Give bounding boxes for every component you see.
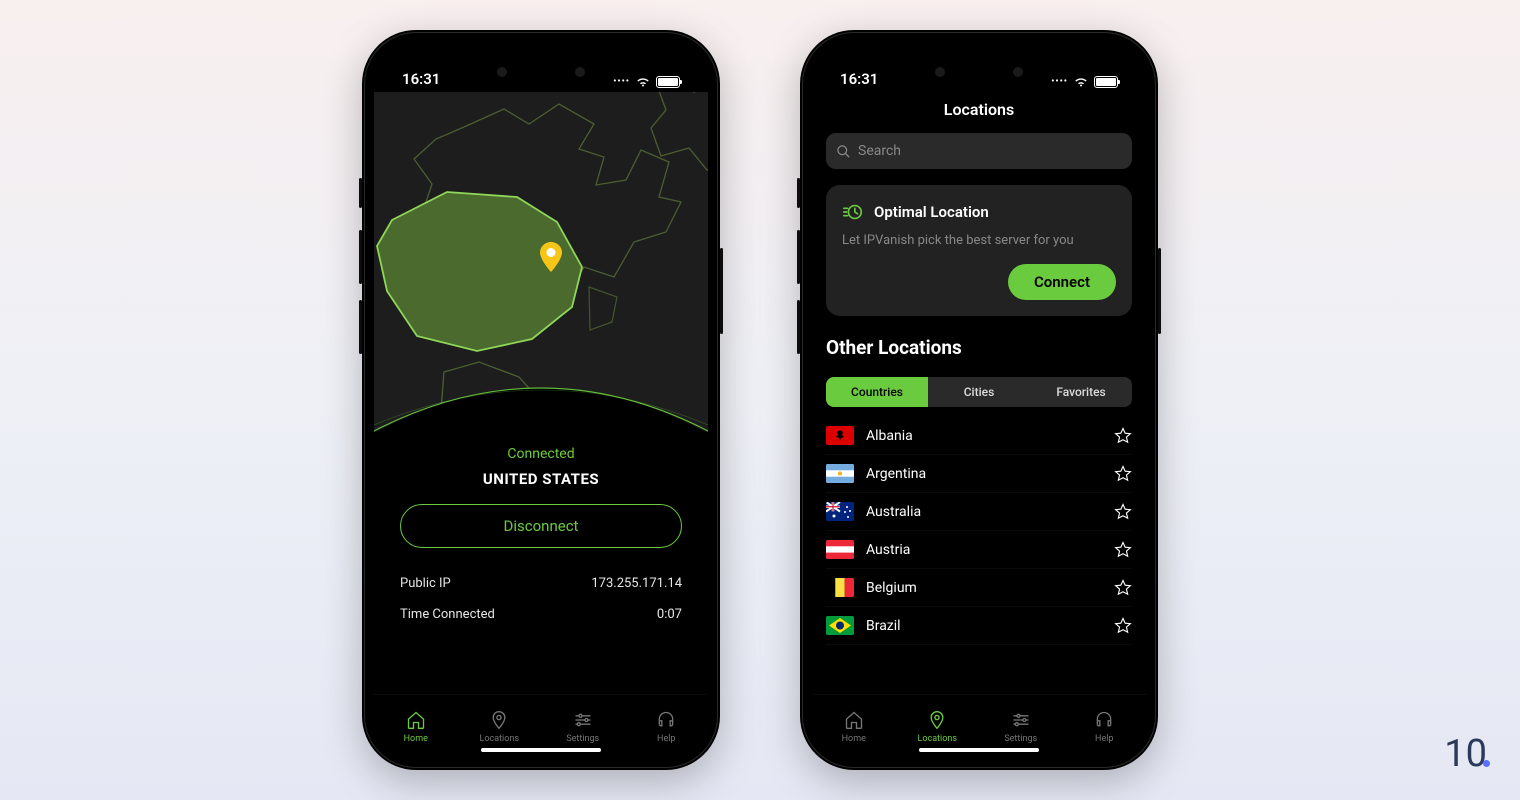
optimal-title: Optimal Location	[874, 203, 989, 221]
battery-icon	[1094, 76, 1118, 88]
home-indicator[interactable]	[919, 748, 1039, 752]
tab-help[interactable]: Help	[1063, 695, 1147, 758]
flag-brazil-icon	[826, 616, 854, 635]
battery-icon	[656, 76, 680, 88]
home-icon	[406, 710, 426, 730]
optimal-icon	[842, 201, 864, 223]
favorite-star-icon[interactable]	[1114, 617, 1132, 635]
dynamic-island	[485, 56, 597, 88]
headset-icon	[656, 710, 676, 730]
home-indicator[interactable]	[481, 748, 601, 752]
location-icon	[927, 710, 947, 730]
location-icon	[489, 710, 509, 730]
country-row-austria[interactable]: Austria	[826, 531, 1132, 569]
disconnect-button[interactable]: Disconnect	[400, 504, 682, 548]
cellular-icon: ••••	[613, 77, 630, 87]
search-box[interactable]	[826, 133, 1132, 169]
statusbar-time: 16:31	[840, 70, 878, 88]
flag-argentina-icon	[826, 464, 854, 483]
optimal-subtitle: Let IPVanish pick the best server for yo…	[842, 223, 1116, 264]
public-ip-label: Public IP	[400, 576, 451, 591]
public-ip-row: Public IP 173.255.171.14	[400, 568, 682, 599]
statusbar-time: 16:31	[402, 70, 440, 88]
location-pin-icon	[540, 242, 562, 276]
optimal-location-card: Optimal Location Let IPVanish pick the b…	[826, 185, 1132, 316]
time-connected-label: Time Connected	[400, 607, 495, 622]
tab-label: Locations	[918, 734, 957, 744]
connect-button[interactable]: Connect	[1008, 264, 1116, 300]
favorite-star-icon[interactable]	[1114, 465, 1132, 483]
tab-home[interactable]: Home	[812, 695, 896, 758]
country-name: Brazil	[866, 618, 1102, 634]
watermark-logo: 10	[1444, 732, 1490, 776]
watermark-text: 10	[1444, 732, 1487, 776]
tab-label: Settings	[566, 734, 599, 744]
favorite-star-icon[interactable]	[1114, 541, 1132, 559]
time-connected-value: 0:07	[657, 607, 682, 622]
page-title: Locations	[812, 92, 1146, 133]
country-row-albania[interactable]: Albania	[826, 417, 1132, 455]
country-name: Australia	[866, 504, 1102, 520]
tab-help[interactable]: Help	[625, 695, 709, 758]
sliders-icon	[1011, 710, 1031, 730]
other-locations-heading: Other Locations	[812, 316, 1146, 377]
tab-label: Settings	[1004, 734, 1037, 744]
connected-country: UNITED STATES	[374, 470, 708, 504]
country-row-argentina[interactable]: Argentina	[826, 455, 1132, 493]
country-row-brazil[interactable]: Brazil	[826, 607, 1132, 645]
home-icon	[844, 710, 864, 730]
country-name: Albania	[866, 428, 1102, 444]
wifi-icon	[1073, 76, 1089, 88]
favorite-star-icon[interactable]	[1114, 579, 1132, 597]
country-row-australia[interactable]: Australia	[826, 493, 1132, 531]
segment-favorites[interactable]: Favorites	[1030, 377, 1132, 407]
phone-home: 16:31 ••••	[362, 30, 720, 770]
flag-belgium-icon	[826, 578, 854, 597]
favorite-star-icon[interactable]	[1114, 427, 1132, 445]
flag-albania-icon	[826, 426, 854, 445]
segment-cities[interactable]: Cities	[928, 377, 1030, 407]
headset-icon	[1094, 710, 1114, 730]
public-ip-value: 173.255.171.14	[591, 576, 682, 591]
flag-australia-icon	[826, 502, 854, 521]
favorite-star-icon[interactable]	[1114, 503, 1132, 521]
segment-countries[interactable]: Countries	[826, 377, 928, 407]
search-input[interactable]	[858, 143, 1122, 159]
flag-austria-icon	[826, 540, 854, 559]
tab-label: Help	[657, 734, 675, 744]
wifi-icon	[635, 76, 651, 88]
connection-info: Public IP 173.255.171.14 Time Connected …	[374, 548, 708, 694]
country-list[interactable]: Albania Argentina Australia Austria	[812, 407, 1146, 694]
connection-status: Connected	[374, 432, 708, 470]
dynamic-island	[923, 56, 1035, 88]
time-connected-row: Time Connected 0:07	[400, 599, 682, 630]
location-segments: Countries Cities Favorites	[826, 377, 1132, 407]
tab-label: Locations	[480, 734, 519, 744]
tab-label: Help	[1095, 734, 1113, 744]
country-name: Argentina	[866, 466, 1102, 482]
tab-label: Home	[842, 734, 866, 744]
cellular-icon: ••••	[1051, 77, 1068, 87]
connection-map	[374, 92, 708, 432]
phone-locations: 16:31 •••• Locations Optimal Location Le…	[800, 30, 1158, 770]
search-icon	[836, 144, 851, 159]
tab-label: Home	[404, 734, 428, 744]
tab-home[interactable]: Home	[374, 695, 458, 758]
country-name: Austria	[866, 542, 1102, 558]
country-row-belgium[interactable]: Belgium	[826, 569, 1132, 607]
country-name: Belgium	[866, 580, 1102, 596]
sliders-icon	[573, 710, 593, 730]
